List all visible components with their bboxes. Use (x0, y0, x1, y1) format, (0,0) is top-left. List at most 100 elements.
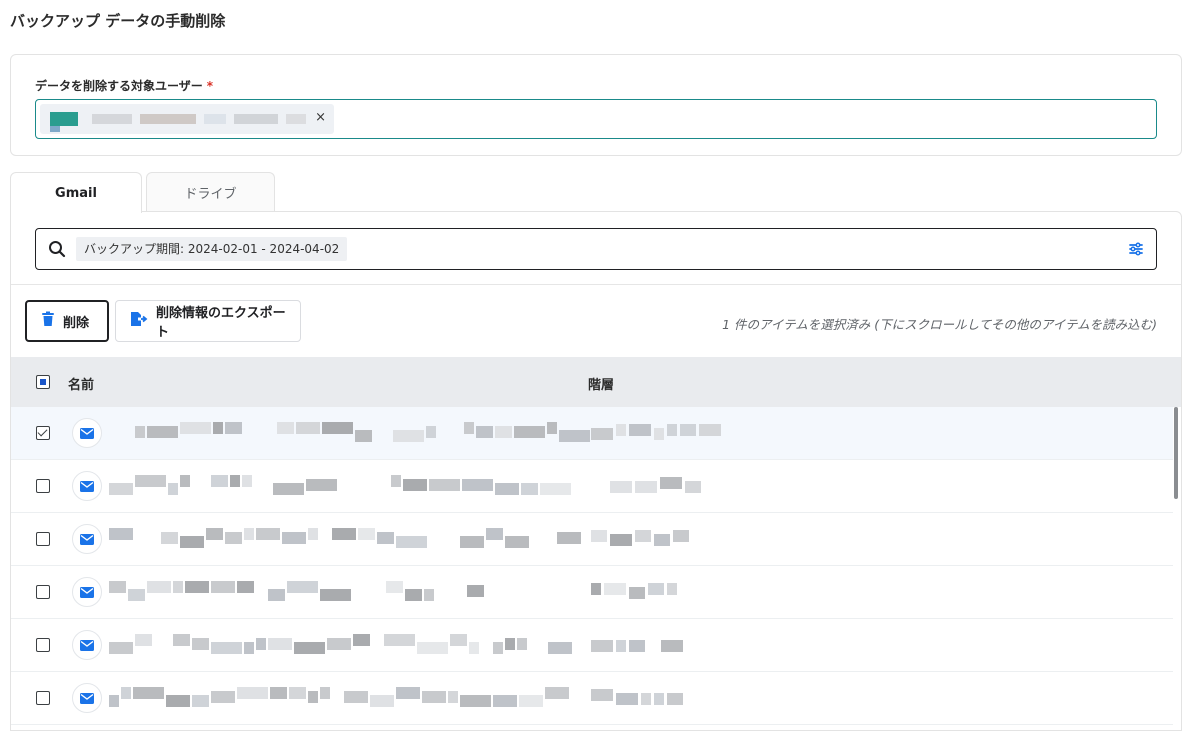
user-avatar (50, 112, 78, 126)
export-icon (130, 311, 148, 331)
redacted-name (417, 642, 448, 654)
redacted-name (460, 695, 491, 707)
redacted-name (268, 638, 292, 650)
redacted-name (495, 483, 519, 495)
redacted-user-text (204, 114, 226, 124)
redacted-user-text (92, 114, 132, 124)
tab-gmail[interactable]: Gmail (10, 172, 142, 213)
redacted-name (540, 483, 571, 495)
redacted-name (180, 536, 204, 548)
redacted-name (426, 426, 436, 438)
trash-icon (41, 311, 55, 331)
redacted-name (173, 581, 183, 593)
redacted-name (294, 642, 325, 654)
redacted-hierarchy (591, 689, 613, 701)
redacted-name (386, 581, 403, 593)
redacted-name (547, 422, 557, 434)
remove-user-icon[interactable]: × (315, 110, 326, 125)
filter-settings-icon[interactable] (1128, 241, 1144, 261)
redacted-hierarchy (654, 693, 664, 705)
delete-button-label: 削除 (63, 315, 90, 331)
select-all-checkbox[interactable] (36, 375, 50, 389)
redacted-hierarchy (660, 477, 682, 489)
redacted-name (180, 422, 211, 434)
redacted-name (211, 691, 235, 703)
redacted-name (393, 430, 424, 442)
redacted-name (242, 475, 252, 487)
scrollbar[interactable] (1174, 407, 1178, 499)
row-checkbox[interactable] (36, 532, 50, 546)
redacted-name (166, 695, 190, 707)
redacted-hierarchy (591, 428, 613, 440)
redacted-name (256, 528, 280, 540)
redacted-name (192, 695, 209, 707)
redacted-hierarchy (648, 583, 664, 595)
redacted-hierarchy (699, 424, 721, 436)
search-bar[interactable]: バックアップ期間: 2024-02-01 - 2024-04-02 (35, 228, 1157, 270)
redacted-name (464, 422, 474, 434)
redacted-name (244, 528, 254, 540)
redacted-name (306, 479, 337, 491)
row-checkbox[interactable] (36, 638, 50, 652)
row-checkbox[interactable] (36, 426, 50, 440)
redacted-name (256, 638, 266, 650)
redacted-name (282, 532, 306, 544)
table-row[interactable] (11, 513, 1173, 566)
column-hierarchy-header: 階層 (588, 378, 615, 393)
target-user-input[interactable]: × (35, 99, 1157, 139)
gmail-panel: バックアップ期間: 2024-02-01 - 2024-04-02 削除 削除情… (10, 211, 1182, 731)
redacted-hierarchy (685, 481, 701, 493)
redacted-name (211, 642, 242, 654)
table-row[interactable] (11, 566, 1173, 619)
redacted-name (486, 528, 503, 540)
redacted-name (462, 479, 493, 491)
redacted-name (320, 687, 330, 699)
redacted-hierarchy (629, 424, 651, 436)
redacted-name (109, 642, 133, 654)
redacted-hierarchy (667, 583, 677, 595)
redacted-name (109, 695, 119, 707)
redacted-name (133, 687, 164, 699)
table-row[interactable] (11, 672, 1173, 725)
redacted-name (225, 532, 242, 544)
delete-button[interactable]: 削除 (25, 300, 109, 342)
redacted-name (135, 426, 145, 438)
redacted-name (559, 430, 590, 442)
mail-icon (72, 524, 102, 554)
redacted-name (396, 536, 427, 548)
redacted-name (237, 687, 268, 699)
redacted-name (173, 634, 190, 646)
redacted-name (211, 475, 228, 487)
redacted-hierarchy (680, 424, 696, 436)
redacted-name (308, 528, 318, 540)
row-checkbox[interactable] (36, 691, 50, 705)
row-checkbox[interactable] (36, 585, 50, 599)
column-name-header: 名前 (68, 378, 95, 393)
redacted-hierarchy (629, 587, 645, 599)
redacted-name (391, 475, 401, 487)
redacted-name (424, 589, 434, 601)
backup-period-filter[interactable]: バックアップ期間: 2024-02-01 - 2024-04-02 (76, 237, 348, 261)
redacted-name (225, 422, 242, 434)
redacted-name (185, 581, 209, 593)
mail-icon (72, 630, 102, 660)
redacted-name (493, 642, 503, 654)
redacted-name (517, 638, 527, 650)
tab-drive[interactable]: ドライブ (146, 172, 275, 212)
redacted-name (493, 695, 517, 707)
redacted-hierarchy (641, 693, 651, 705)
redacted-name (244, 642, 254, 654)
redacted-name (147, 581, 171, 593)
redacted-name (109, 581, 126, 593)
table-row[interactable] (11, 460, 1173, 513)
table-row[interactable] (11, 407, 1173, 460)
redacted-hierarchy (667, 693, 683, 705)
table-row[interactable] (11, 619, 1173, 672)
export-delete-info-button[interactable]: 削除情報のエクスポート (115, 300, 301, 342)
row-checkbox[interactable] (36, 479, 50, 493)
redacted-name (277, 422, 294, 434)
redacted-user-text (140, 114, 196, 124)
redacted-name (358, 528, 375, 540)
required-mark: * (206, 79, 214, 93)
redacted-name (206, 528, 223, 540)
